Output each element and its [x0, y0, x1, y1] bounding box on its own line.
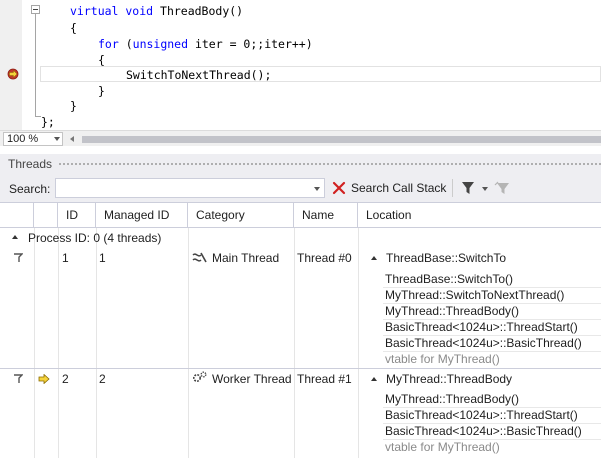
thread-id: 2	[62, 372, 69, 386]
stack-frame[interactable]: BasicThread<1024u>::ThreadStart()	[385, 320, 578, 334]
threads-window-titlebar[interactable]: Threads	[0, 154, 601, 174]
thread-name: Thread #0	[297, 251, 352, 265]
search-label: Search:	[9, 182, 51, 196]
code-editor[interactable]: virtual void ThreadBody() { for (unsigne…	[0, 0, 601, 130]
toolbar-separator	[452, 179, 453, 197]
clear-search-icon[interactable]	[332, 181, 346, 195]
flag-filter-icon[interactable]	[461, 180, 475, 196]
code-line-5: SwitchToNextThread();	[126, 68, 272, 82]
horizontal-scrollbar[interactable]	[68, 133, 601, 145]
flag-filter-disabled-icon	[494, 181, 509, 194]
thread-id: 1	[62, 251, 69, 265]
thread-category: Main Thread	[212, 251, 280, 265]
search-combobox[interactable]	[55, 178, 325, 198]
flag-icon[interactable]	[13, 253, 23, 263]
stack-frame[interactable]: MyThread::ThreadBody()	[385, 304, 519, 318]
zoom-dropdown[interactable]: 100 %	[3, 132, 63, 146]
thread-location: MyThread::ThreadBody	[386, 372, 513, 386]
column-header-id[interactable]: ID	[58, 203, 96, 227]
chevron-down-icon[interactable]	[482, 187, 488, 191]
stack-frame[interactable]: BasicThread<1024u>::BasicThread()	[385, 336, 582, 350]
stack-frame-external[interactable]: vtable for MyThread()	[385, 440, 500, 454]
column-header-current[interactable]	[34, 203, 58, 227]
grid-header: ID Managed ID Category Name Location	[0, 202, 601, 228]
zoom-value: 100 %	[7, 133, 39, 145]
stack-frame[interactable]: MyThread::ThreadBody()	[385, 392, 519, 406]
thread-managed-id: 1	[99, 251, 106, 265]
code-line-6: }	[98, 84, 105, 98]
thread-location: ThreadBase::SwitchTo	[386, 251, 507, 265]
threads-toolbar: Search: Search Call Stack	[0, 174, 601, 202]
table-row[interactable]: 2 2 Worker Thread Thread #1 MyThread::Th…	[0, 369, 601, 458]
threads-window-title: Threads	[8, 157, 53, 171]
code-line-7: }	[70, 99, 77, 113]
scroll-left-icon[interactable]	[70, 136, 74, 142]
process-group-label: Process ID: 0 (4 threads)	[28, 231, 162, 245]
collapse-triangle-icon[interactable]	[371, 377, 377, 381]
column-header-category[interactable]: Category	[188, 203, 294, 227]
code-line-8: };	[41, 115, 55, 129]
editor-gutter[interactable]	[0, 0, 22, 130]
flag-icon[interactable]	[13, 374, 23, 384]
column-header-managed-id[interactable]: Managed ID	[96, 203, 188, 227]
current-thread-arrow-icon	[38, 374, 50, 384]
chevron-down-icon	[54, 137, 60, 141]
code-line-1: virtual void ThreadBody()	[70, 4, 244, 18]
column-header-name[interactable]: Name	[294, 203, 358, 227]
code-line-2: {	[70, 21, 77, 35]
code-line-4: {	[98, 53, 105, 67]
process-group-header[interactable]: Process ID: 0 (4 threads)	[0, 228, 601, 246]
search-call-stack-button[interactable]: Search Call Stack	[351, 181, 446, 195]
editor-status-bar: 100 %	[0, 130, 601, 146]
titlebar-grip[interactable]	[58, 162, 601, 167]
current-line-highlight	[40, 66, 601, 82]
threads-grid[interactable]: ID Managed ID Category Name Location Pro…	[0, 202, 601, 458]
main-thread-icon	[192, 252, 207, 263]
stack-frame[interactable]: BasicThread<1024u>::BasicThread()	[385, 424, 582, 438]
column-header-flag[interactable]	[0, 203, 34, 227]
stack-frame-external[interactable]: vtable for MyThread()	[385, 352, 500, 366]
worker-thread-icon	[192, 371, 207, 383]
code-line-3: for (unsigned iter = 0;;iter++)	[98, 37, 313, 51]
stack-frame[interactable]: ThreadBase::SwitchTo()	[385, 272, 513, 286]
thread-name: Thread #1	[297, 372, 352, 386]
column-header-location[interactable]: Location	[358, 203, 601, 227]
thread-category: Worker Thread	[212, 372, 292, 386]
stack-frame[interactable]: MyThread::SwitchToNextThread()	[385, 288, 564, 302]
collapse-triangle-icon[interactable]	[12, 235, 18, 239]
stack-frame[interactable]: BasicThread<1024u>::ThreadStart()	[385, 408, 578, 422]
thread-managed-id: 2	[99, 372, 106, 386]
collapse-triangle-icon[interactable]	[371, 256, 377, 260]
scrollbar-thumb[interactable]	[82, 136, 601, 143]
breakpoint-current-statement-icon[interactable]	[7, 68, 19, 80]
search-input[interactable]	[56, 179, 306, 197]
chevron-down-icon[interactable]	[314, 187, 320, 191]
outline-line	[35, 14, 36, 117]
table-row[interactable]: 1 1 Main Thread Thread #0 ThreadBase::Sw…	[0, 246, 601, 367]
collapse-toggle[interactable]	[31, 5, 40, 14]
